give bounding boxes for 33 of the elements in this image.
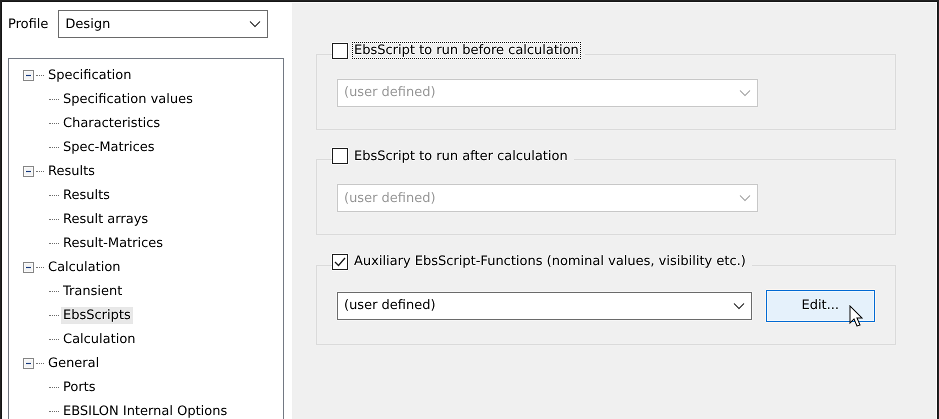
profile-dropdown[interactable]: Design — [58, 10, 268, 38]
tree-item[interactable]: Results — [46, 162, 97, 180]
collapse-icon[interactable] — [23, 262, 34, 272]
tree-item[interactable]: Result arrays — [61, 210, 150, 228]
tree-item[interactable]: Calculation — [61, 330, 138, 348]
caret-icon — [249, 20, 262, 28]
collapse-icon[interactable] — [23, 358, 34, 368]
caret-icon — [739, 194, 751, 202]
collapse-icon[interactable] — [23, 70, 34, 80]
tree-item[interactable]: Characteristics — [61, 114, 162, 132]
checkbox-label: EbsScript to run before calculation — [352, 42, 581, 59]
checkbox-label: EbsScript to run after calculation — [353, 148, 569, 164]
tree-item[interactable]: Specification values — [61, 90, 195, 108]
tree-item[interactable]: Ports — [61, 378, 98, 396]
collapse-icon[interactable] — [23, 166, 34, 176]
cursor-icon — [848, 304, 865, 328]
checkbox[interactable] — [332, 148, 348, 164]
checkbox[interactable] — [332, 42, 348, 58]
caret-icon — [739, 88, 751, 96]
checkbox[interactable] — [332, 254, 348, 270]
tree-item[interactable]: Calculation — [46, 258, 123, 276]
tree-item[interactable]: EbsScripts — [61, 306, 133, 324]
tree-item[interactable]: Spec-Matrices — [61, 138, 156, 156]
tree-item[interactable]: Result-Matrices — [61, 234, 166, 252]
script-dropdown[interactable]: (user defined) — [337, 292, 752, 320]
profile-label: Profile — [8, 16, 48, 32]
tree-item[interactable]: EBSILON Internal Options — [61, 402, 230, 419]
tree-item[interactable]: Results — [61, 186, 112, 204]
tree-item[interactable]: General — [46, 354, 102, 372]
tree-item[interactable]: Transient — [61, 282, 124, 300]
tree-item[interactable]: Specification — [46, 66, 134, 84]
checkbox-label: Auxiliary EbsScript-Functions (nominal values, visibility etc.) — [353, 253, 747, 270]
caret-icon — [732, 302, 745, 310]
